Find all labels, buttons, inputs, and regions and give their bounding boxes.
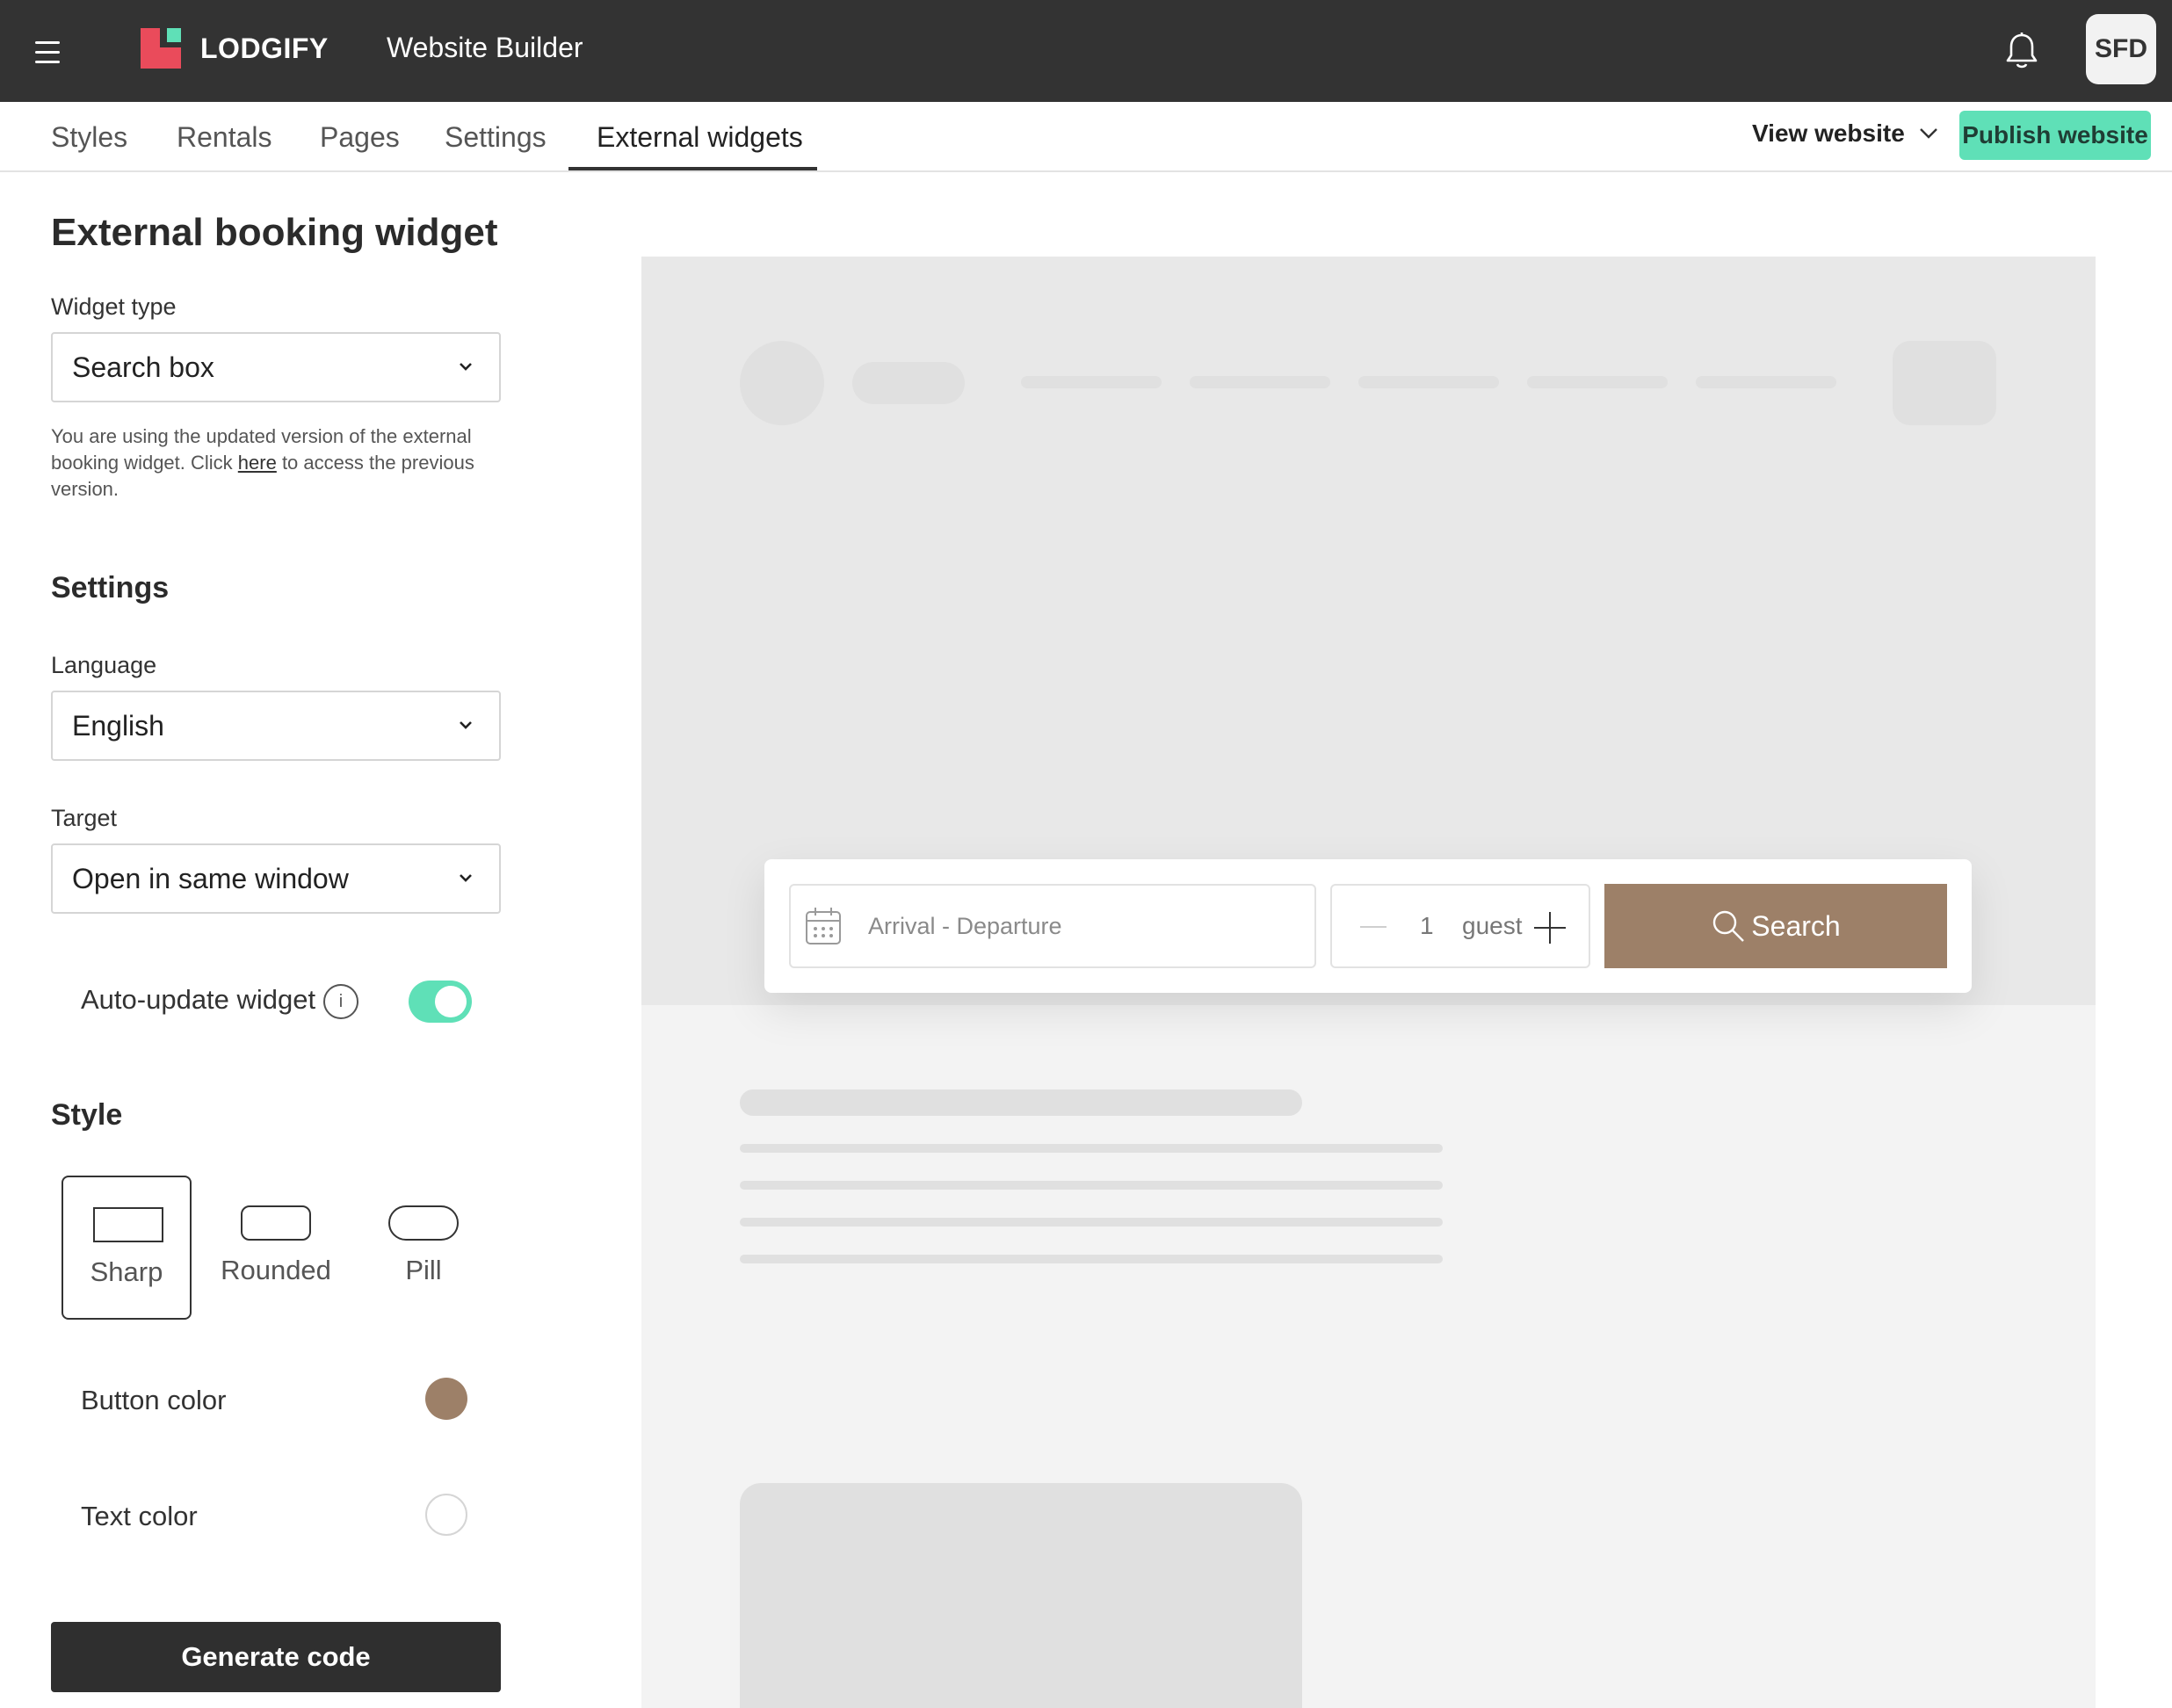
date-range-field[interactable]: Arrival - Departure xyxy=(789,884,1316,968)
text-color-label: Text color xyxy=(81,1501,198,1531)
language-select[interactable]: English xyxy=(51,691,501,761)
tab-rentals[interactable]: Rentals xyxy=(177,121,272,154)
chevron-down-icon xyxy=(460,874,472,882)
chevron-down-icon xyxy=(1919,128,1937,139)
info-icon[interactable]: i xyxy=(323,984,358,1019)
skeleton-card xyxy=(740,1483,1302,1708)
menu-icon[interactable] xyxy=(35,37,65,63)
plus-icon[interactable] xyxy=(1534,912,1566,944)
widget-type-value: Search box xyxy=(72,351,214,383)
tabs-bar: Styles Rentals Pages Settings External w… xyxy=(0,102,2172,172)
rounded-shape-icon xyxy=(241,1205,311,1241)
skeleton-nav-item xyxy=(1358,376,1499,388)
widget-settings-panel: External booking widget Widget type Sear… xyxy=(0,174,545,1708)
calendar-icon xyxy=(806,908,841,944)
widget-type-select[interactable]: Search box xyxy=(51,332,501,402)
text-color-swatch[interactable] xyxy=(425,1494,467,1536)
chevron-down-icon xyxy=(460,363,472,371)
pill-shape-icon xyxy=(388,1205,459,1241)
guest-count: 1 xyxy=(1420,912,1434,939)
skeleton-line xyxy=(740,1144,1443,1153)
skeleton-nav-item xyxy=(1190,376,1330,388)
minus-icon[interactable] xyxy=(1360,926,1386,928)
generate-code-button[interactable]: Generate code xyxy=(51,1622,501,1692)
top-bar: LODGIFY Website Builder SFD xyxy=(0,0,2172,102)
avatar[interactable]: SFD xyxy=(2086,14,2156,84)
target-label: Target xyxy=(51,805,118,831)
auto-update-label: Auto-update widget xyxy=(81,984,316,1015)
skeleton-button xyxy=(1893,341,1996,425)
style-option-sharp[interactable]: Sharp xyxy=(62,1176,192,1320)
button-color-row: Button color xyxy=(81,1372,467,1425)
text-color-row: Text color xyxy=(81,1488,467,1541)
auto-update-row: Auto-update widget i xyxy=(81,973,474,1026)
search-button[interactable]: Search xyxy=(1604,884,1947,968)
view-website-dropdown[interactable]: View website xyxy=(1752,119,1938,148)
style-option-rounded[interactable]: Rounded xyxy=(211,1176,341,1320)
app-title: Website Builder xyxy=(387,32,583,63)
lodgify-logo[interactable]: LODGIFY xyxy=(141,28,329,69)
tab-pages[interactable]: Pages xyxy=(320,121,400,154)
style-option-label: Rounded xyxy=(221,1255,331,1285)
tab-settings[interactable]: Settings xyxy=(445,121,547,154)
sharp-shape-icon xyxy=(93,1207,163,1242)
style-option-pill[interactable]: Pill xyxy=(358,1176,489,1320)
language-value: English xyxy=(72,709,164,742)
skeleton-line xyxy=(740,1255,1443,1263)
style-option-label: Sharp xyxy=(90,1256,163,1287)
search-button-label: Search xyxy=(1751,909,1841,942)
skeleton-line xyxy=(740,1181,1443,1190)
skeleton-nav-item xyxy=(1696,376,1836,388)
publish-website-button[interactable]: Publish website xyxy=(1959,111,2151,160)
date-range-placeholder: Arrival - Departure xyxy=(868,912,1062,939)
style-heading: Style xyxy=(51,1098,123,1132)
widget-type-label: Widget type xyxy=(51,293,177,320)
tab-styles[interactable]: Styles xyxy=(51,121,127,154)
skeleton-nav-item xyxy=(1021,376,1162,388)
guest-stepper: 1 guest xyxy=(1330,884,1590,968)
button-color-swatch[interactable] xyxy=(425,1378,467,1420)
auto-update-toggle[interactable] xyxy=(409,981,472,1023)
button-color-label: Button color xyxy=(81,1385,227,1415)
skeleton-brand xyxy=(852,362,965,404)
booking-search-widget: Arrival - Departure 1 guest Search xyxy=(764,859,1972,993)
logo-text: LODGIFY xyxy=(200,32,329,64)
settings-heading: Settings xyxy=(51,571,170,604)
skeleton-nav-item xyxy=(1527,376,1668,388)
target-value: Open in same window xyxy=(72,862,349,894)
bell-icon[interactable] xyxy=(2003,32,2040,70)
view-website-label: View website xyxy=(1752,119,1905,147)
previous-version-link[interactable]: here xyxy=(238,452,277,474)
logo-mark-icon xyxy=(141,28,181,69)
language-label: Language xyxy=(51,652,157,678)
active-tab-indicator xyxy=(568,167,817,170)
tab-external-widgets[interactable]: External widgets xyxy=(597,121,803,154)
style-option-label: Pill xyxy=(405,1255,442,1285)
skeleton-logo xyxy=(740,341,824,425)
widget-preview: Arrival - Departure 1 guest Search xyxy=(641,257,2096,1708)
version-note: You are using the updated version of the… xyxy=(51,423,501,503)
skeleton-line xyxy=(740,1218,1443,1227)
chevron-down-icon xyxy=(460,721,472,729)
page-title: External booking widget xyxy=(51,211,498,254)
target-select[interactable]: Open in same window xyxy=(51,843,501,914)
search-icon xyxy=(1713,910,1745,942)
guest-unit-label: guest xyxy=(1462,912,1523,939)
skeleton-heading xyxy=(740,1089,1302,1116)
